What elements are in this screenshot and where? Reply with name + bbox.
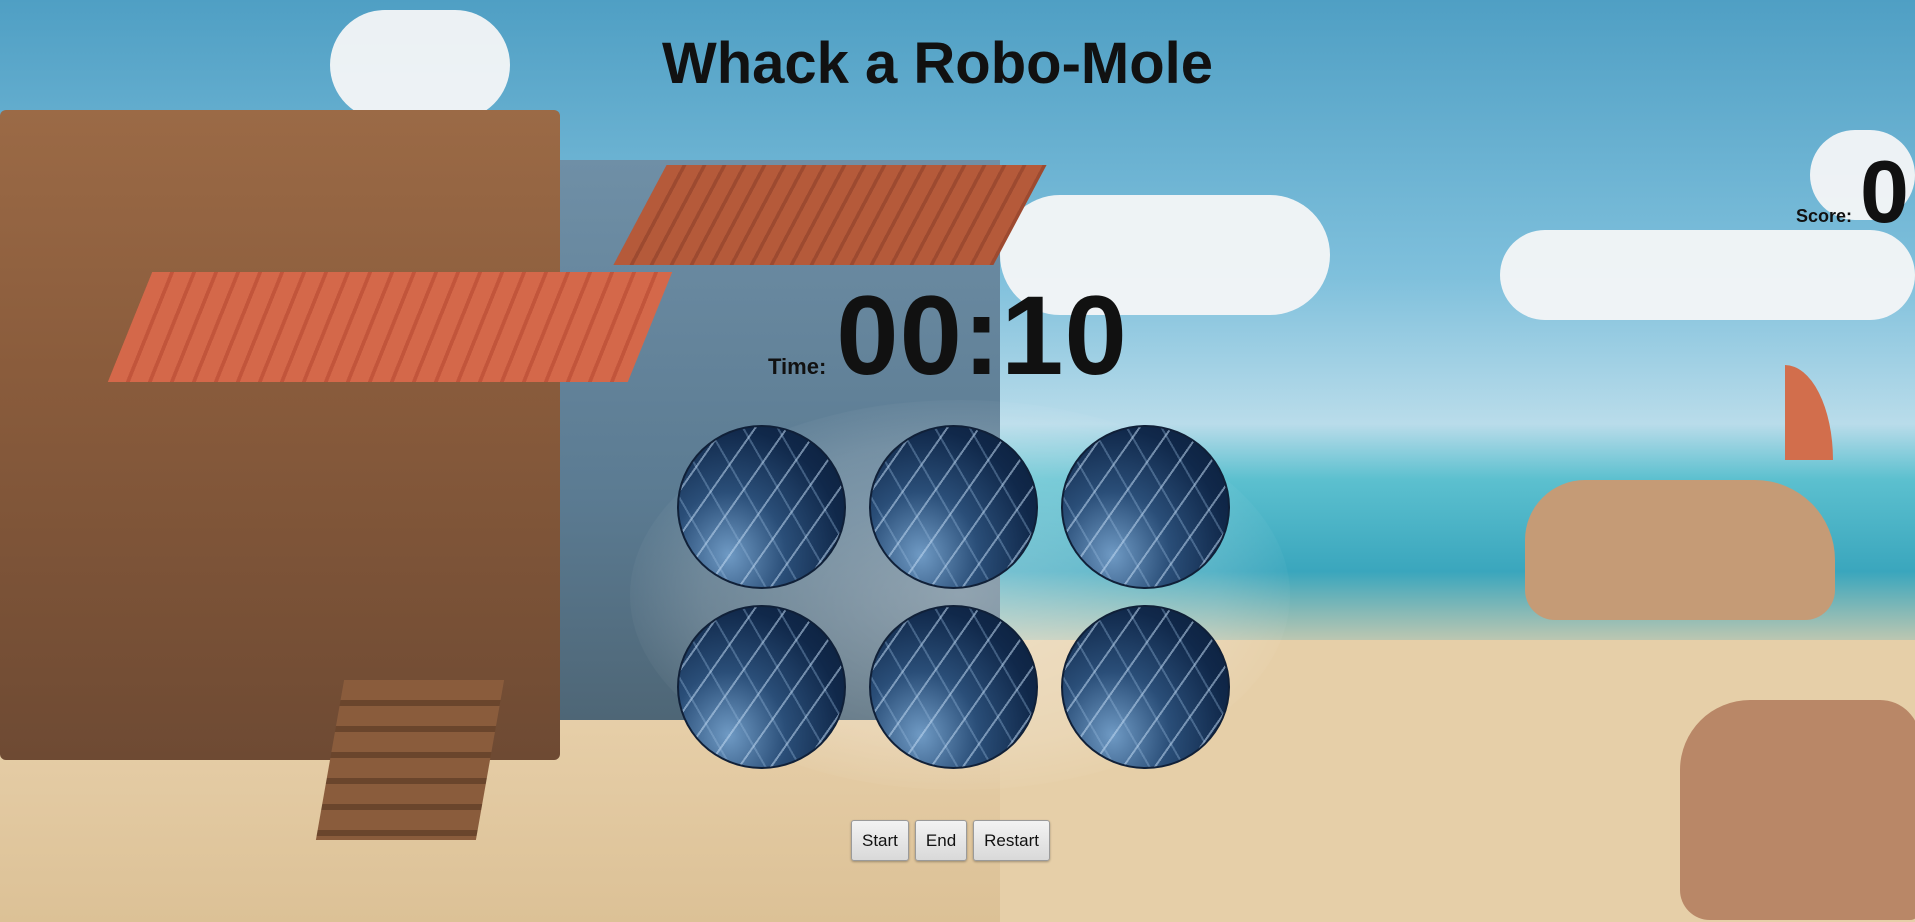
mole-hole[interactable] — [869, 604, 1038, 769]
start-button[interactable]: Start — [851, 820, 909, 861]
background-cloud — [1500, 230, 1915, 320]
mole-grid — [677, 425, 1237, 770]
mole-hole[interactable] — [1061, 604, 1230, 769]
game-stage: Whack a Robo-Mole Score: 0 Time: 00:10 S… — [0, 0, 1915, 922]
timer-display: Time: 00:10 — [768, 280, 1128, 392]
mole-hole[interactable] — [677, 425, 846, 589]
time-value: 00:10 — [836, 273, 1128, 398]
background-wooden-house — [0, 110, 560, 760]
background-rock — [1680, 700, 1915, 920]
score-display: Score: 0 — [1796, 148, 1909, 236]
background-stairs — [315, 680, 505, 840]
background-red-roof — [107, 272, 673, 382]
background-sail — [1785, 365, 1833, 460]
game-controls: Start End Restart — [851, 820, 1050, 861]
game-title: Whack a Robo-Mole — [661, 31, 1214, 96]
end-button[interactable]: End — [914, 820, 968, 861]
mole-hole[interactable] — [869, 425, 1038, 589]
background-rock — [1525, 480, 1835, 620]
time-label: Time: — [768, 354, 827, 379]
background-blue-house-roof — [613, 165, 1047, 265]
score-label: Score: — [1796, 206, 1853, 226]
score-value: 0 — [1860, 142, 1909, 241]
mole-hole[interactable] — [677, 604, 846, 769]
mole-hole[interactable] — [1061, 425, 1230, 589]
restart-button[interactable]: Restart — [973, 820, 1050, 861]
